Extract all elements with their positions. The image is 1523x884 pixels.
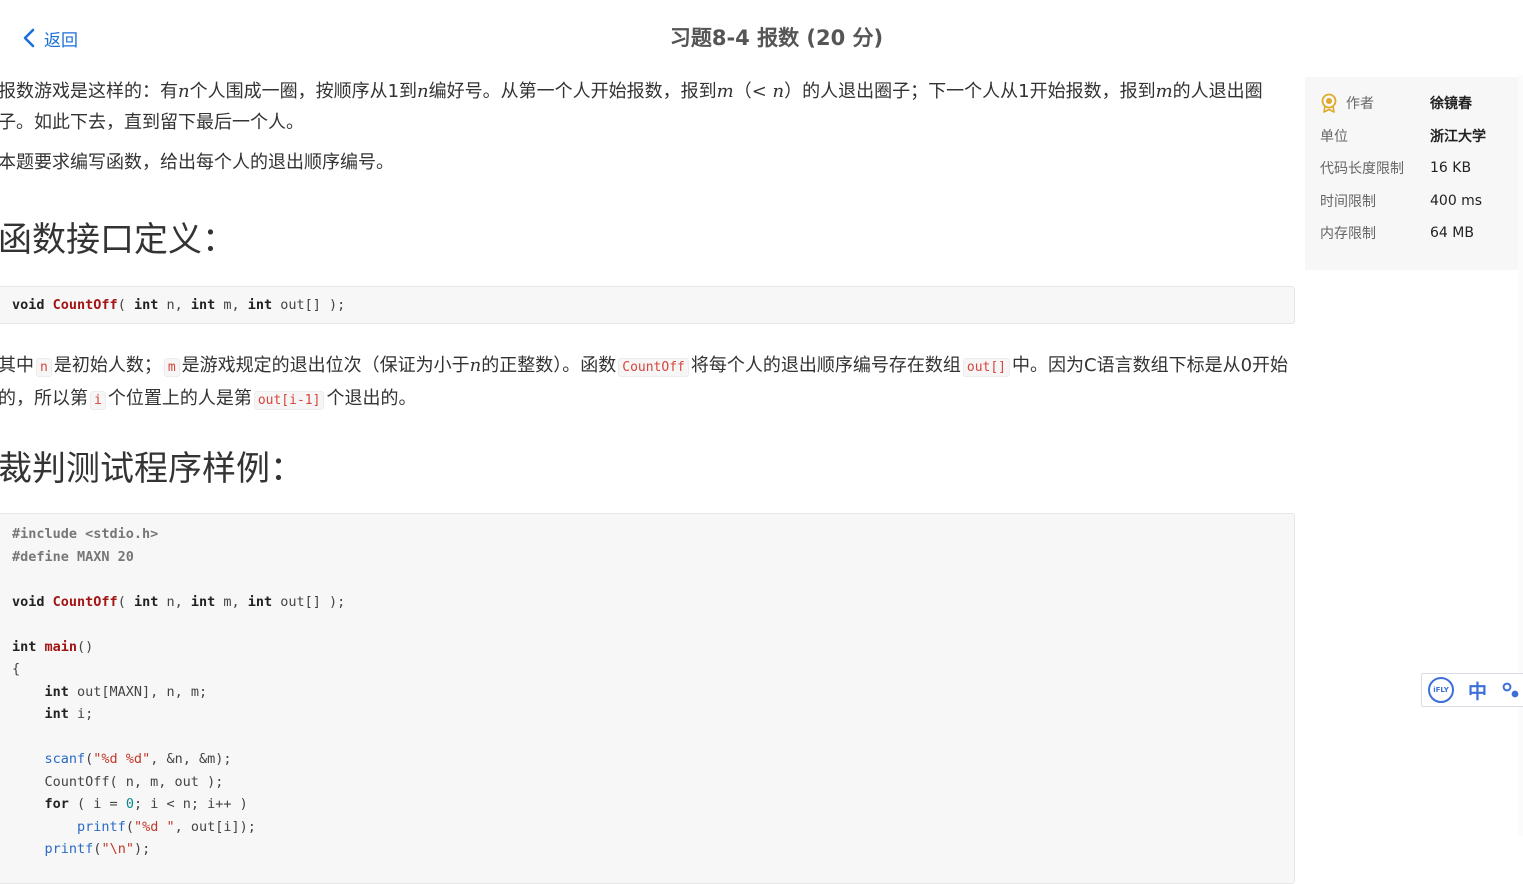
code-line: void CountOff( int n, int m, int out[] )… bbox=[12, 296, 346, 313]
memory-limit: 64 MB bbox=[1430, 225, 1474, 241]
math-var: n bbox=[772, 81, 785, 102]
right-edge-panel bbox=[1518, 75, 1523, 836]
code-line: for ( i = 0; i < n; i++ ) bbox=[44, 796, 248, 812]
math-op: < bbox=[751, 81, 767, 102]
problem-meta-panel: 作者 徐镜春 单位 浙江大学 代码长度限制 16 KB 时间限制 400 ms … bbox=[1305, 77, 1523, 270]
math-var: n bbox=[417, 81, 429, 102]
code-line: void CountOff( int n, int m, int out[] )… bbox=[12, 593, 346, 610]
code-line: int main() bbox=[12, 638, 94, 655]
inline-code: out[] bbox=[962, 358, 1011, 377]
meta-row-time-limit: 时间限制 400 ms bbox=[1320, 191, 1523, 211]
interface-explanation: 其中 n 是初始人数； m 是游戏规定的退出位次（保证为小于n的正整数）。函数 Count… bbox=[0, 355, 1289, 410]
code-line: #define MAXN 20 bbox=[12, 548, 134, 565]
meta-label-organization: 单位 bbox=[1320, 129, 1348, 145]
page-title: 习题8-4 报数 (20 分) bbox=[669, 26, 884, 50]
meta-label-memory-limit: 内存限制 bbox=[1320, 226, 1376, 242]
inline-code: i bbox=[90, 391, 106, 410]
code-line: { bbox=[12, 661, 21, 677]
code-line: int i; bbox=[44, 706, 94, 722]
section-title-interface: 函数接口定义： bbox=[0, 220, 236, 260]
time-limit: 400 ms bbox=[1430, 193, 1483, 209]
sample-code-block: #include <stdio.h> #define MAXN 20 void … bbox=[0, 513, 1295, 884]
meta-row-memory-limit: 内存限制 64 MB bbox=[1320, 223, 1523, 243]
meta-row-organization: 单位 浙江大学 bbox=[1320, 126, 1523, 146]
math-var: m bbox=[1155, 81, 1173, 102]
section-title-sample: 裁判测试程序样例： bbox=[0, 449, 304, 489]
code-line: int out[MAXN], n, m; bbox=[44, 683, 208, 700]
code-line: scanf("%d %d", &n, &m); bbox=[44, 751, 232, 767]
meta-label-author: 作者 bbox=[1346, 96, 1374, 112]
inline-code: out[i-1] bbox=[253, 391, 325, 410]
interface-code-block: void CountOff( int n, int m, int out[] )… bbox=[0, 286, 1295, 324]
problem-description: 报数游戏是这样的：有n个人围成一圈，按顺序从1到n编好号。从第一个人开始报数，报… bbox=[0, 81, 1263, 133]
math-var: n bbox=[469, 355, 482, 376]
meta-label-time-limit: 时间限制 bbox=[1320, 194, 1376, 210]
punctuation-icon[interactable] bbox=[1501, 680, 1521, 700]
problem-requirement: 本题要求编写函数，给出每个人的退出顺序编号。 bbox=[0, 152, 394, 173]
code-line: printf("\n"); bbox=[44, 841, 151, 857]
meta-label-code-length: 代码长度限制 bbox=[1320, 161, 1404, 177]
math-var: n bbox=[178, 81, 190, 102]
ifly-logo-icon[interactable]: iFLY bbox=[1428, 677, 1454, 703]
meta-row-author: 作者 徐镜春 bbox=[1320, 93, 1523, 113]
meta-row-code-length: 代码长度限制 16 KB bbox=[1320, 158, 1523, 178]
code-length-limit: 16 KB bbox=[1430, 160, 1472, 176]
problem-content: 报数游戏是这样的：有n个人围成一圈，按顺序从1到n编好号。从第一个人开始报数，报… bbox=[0, 76, 1295, 884]
inline-code: n bbox=[36, 358, 52, 377]
author-name[interactable]: 徐镜春 bbox=[1430, 93, 1472, 113]
math-var: m bbox=[716, 81, 734, 102]
inline-code: m bbox=[163, 358, 180, 377]
code-line: #include <stdio.h> bbox=[12, 526, 159, 542]
medal-icon bbox=[1321, 93, 1337, 113]
ime-mode-toggle[interactable]: 中 bbox=[1468, 677, 1487, 704]
inline-code: CountOff bbox=[618, 358, 689, 377]
organization-name: 浙江大学 bbox=[1430, 129, 1486, 145]
ime-toolbar[interactable]: iFLY 中 bbox=[1421, 673, 1523, 707]
code-line: CountOff( n, m, out ); bbox=[12, 773, 224, 790]
code-line: printf("%d ", out[i]); bbox=[77, 818, 256, 835]
